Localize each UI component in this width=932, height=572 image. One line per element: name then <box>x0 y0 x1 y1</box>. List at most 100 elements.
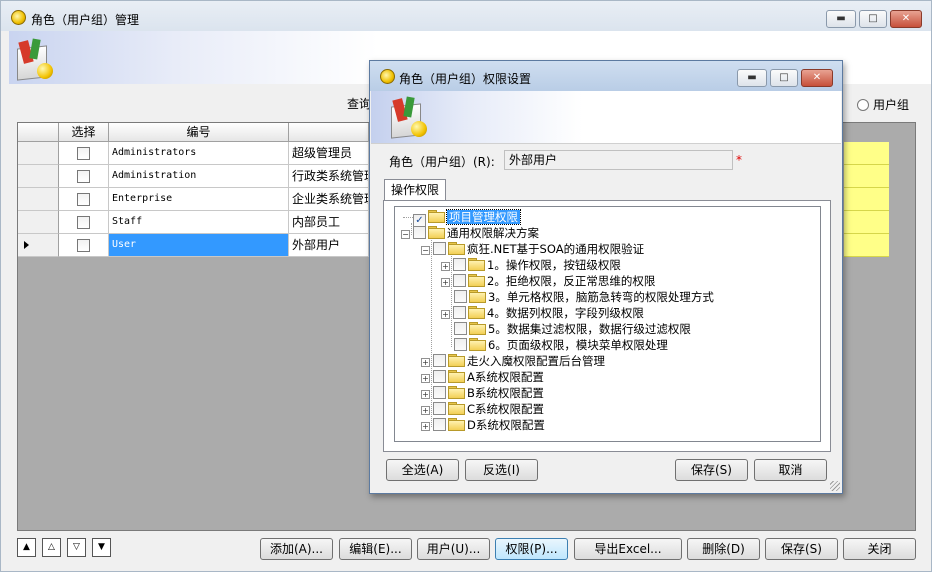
row-header[interactable] <box>18 142 59 165</box>
row-header[interactable] <box>18 188 59 211</box>
tree-checkbox[interactable] <box>453 274 466 287</box>
tree-node-admin-backend[interactable]: + 走火入魔权限配置后台管理 <box>421 353 605 369</box>
row-checkbox[interactable] <box>77 239 90 252</box>
row-checkbox-cell[interactable] <box>59 188 109 211</box>
collapse-icon[interactable]: − <box>401 230 410 239</box>
move-up-button[interactable]: △ <box>42 538 61 557</box>
expand-icon[interactable]: + <box>421 374 430 383</box>
row-checkbox[interactable] <box>77 216 90 229</box>
users-button[interactable]: 用户(U)... <box>417 538 490 560</box>
row-header[interactable] <box>18 165 59 188</box>
column-header-select[interactable]: 选择 <box>59 123 109 142</box>
dialog-close-button[interactable]: ✕ <box>801 69 833 87</box>
row-checkbox-cell[interactable] <box>59 234 109 257</box>
radio-circle-icon[interactable] <box>857 99 869 111</box>
dialog-maximize-button[interactable]: □ <box>770 69 798 87</box>
tab-operation-permissions[interactable]: 操作权限 <box>384 179 447 201</box>
role-code-cell[interactable]: Enterprise <box>109 188 289 211</box>
maximize-button[interactable]: □ <box>859 10 887 28</box>
dialog-save-button[interactable]: 保存(S) <box>675 459 748 481</box>
expand-icon[interactable]: + <box>421 406 430 415</box>
highlight-cell[interactable] <box>844 188 889 211</box>
tree-node-leaf-3[interactable]: 3。单元格权限，脑筋急转弯的权限处理方式 <box>454 289 714 305</box>
edit-button[interactable]: 编辑(E)... <box>339 538 412 560</box>
tree-node-system-a[interactable]: + A系统权限配置 <box>421 369 544 385</box>
role-name-cell[interactable]: 行政类系统管理 <box>289 165 369 188</box>
tree-node-label[interactable]: 4。数据列权限，字段列级权限 <box>487 306 644 320</box>
column-header-code[interactable]: 编号 <box>109 123 289 142</box>
dialog-minimize-button[interactable]: ▬ <box>737 69 767 87</box>
tree-node-label[interactable]: 通用权限解决方案 <box>447 226 539 240</box>
role-code-cell[interactable]: Administration <box>109 165 289 188</box>
tree-checkbox[interactable] <box>433 370 446 383</box>
tree-checkbox[interactable] <box>413 226 426 239</box>
tree-node-label[interactable]: 5。数据集过滤权限，数据行级过滤权限 <box>488 322 691 336</box>
dialog-cancel-button[interactable]: 取消 <box>754 459 827 481</box>
role-code-cell-selected[interactable]: User <box>109 234 289 257</box>
role-code-cell[interactable]: Administrators <box>109 142 289 165</box>
permissions-button[interactable]: 权限(P)... <box>495 538 568 560</box>
tree-checkbox[interactable] <box>433 418 446 431</box>
resize-grip-icon[interactable] <box>830 481 840 491</box>
tree-node-project-management[interactable]: ✓ 项目管理权限 <box>413 209 521 227</box>
move-first-button[interactable]: ▲ <box>17 538 36 557</box>
highlight-cell[interactable] <box>844 142 889 165</box>
tree-node-leaf-4[interactable]: +4。数据列权限，字段列级权限 <box>441 305 644 321</box>
close-button[interactable]: ✕ <box>890 10 922 28</box>
tree-checkbox[interactable] <box>454 322 467 335</box>
tree-node-leaf-5[interactable]: 5。数据集过滤权限，数据行级过滤权限 <box>454 321 691 337</box>
role-code-cell[interactable]: Staff <box>109 211 289 234</box>
tree-checkbox[interactable] <box>453 258 466 271</box>
delete-button[interactable]: 删除(D) <box>687 538 760 560</box>
row-header-current[interactable] <box>18 234 59 257</box>
expand-icon[interactable]: + <box>441 262 450 271</box>
row-checkbox[interactable] <box>77 193 90 206</box>
tree-checkbox[interactable] <box>453 306 466 319</box>
tree-node-system-c[interactable]: + C系统权限配置 <box>421 401 544 417</box>
tree-node-leaf-6[interactable]: 6。页面级权限，模块菜单权限处理 <box>454 337 668 353</box>
tree-node-soa-permissions[interactable]: − 疯狂.NET基于SOA的通用权限验证 <box>421 241 644 257</box>
highlight-cell[interactable] <box>844 211 889 234</box>
tree-node-label[interactable]: C系统权限配置 <box>467 402 544 416</box>
tree-node-general-permissions[interactable]: − 通用权限解决方案 <box>401 225 539 241</box>
main-titlebar[interactable]: 角色（用户组）管理 ▬ □ ✕ <box>1 1 931 31</box>
invert-selection-button[interactable]: 反选(I) <box>465 459 538 481</box>
save-button[interactable]: 保存(S) <box>765 538 838 560</box>
highlight-cell[interactable] <box>844 165 889 188</box>
tree-node-label[interactable]: 3。单元格权限，脑筋急转弯的权限处理方式 <box>488 290 714 304</box>
tree-node-label[interactable]: D系统权限配置 <box>467 418 545 432</box>
tree-node-system-b[interactable]: + B系统权限配置 <box>421 385 544 401</box>
highlight-cell[interactable] <box>844 234 889 257</box>
role-name-cell[interactable]: 内部员工 <box>289 211 369 234</box>
tree-node-leaf-1[interactable]: +1。操作权限，按钮级权限 <box>441 257 621 273</box>
close-window-button[interactable]: 关闭 <box>843 538 916 560</box>
expand-icon[interactable]: + <box>421 358 430 367</box>
row-checkbox-cell[interactable] <box>59 211 109 234</box>
tree-node-label[interactable]: B系统权限配置 <box>467 386 544 400</box>
tree-node-system-d[interactable]: + D系统权限配置 <box>421 417 545 433</box>
tree-node-label[interactable]: 2。拒绝权限，反正常思维的权限 <box>487 274 655 288</box>
column-header-name[interactable] <box>289 123 369 142</box>
row-checkbox[interactable] <box>77 170 90 183</box>
role-name-cell[interactable]: 企业类系统管理 <box>289 188 369 211</box>
row-header[interactable] <box>18 211 59 234</box>
row-checkbox[interactable] <box>77 147 90 160</box>
move-last-button[interactable]: ▼ <box>92 538 111 557</box>
expand-icon[interactable]: + <box>421 422 430 431</box>
tree-node-label[interactable]: 项目管理权限 <box>446 209 521 225</box>
tree-node-label[interactable]: 疯狂.NET基于SOA的通用权限验证 <box>467 242 644 256</box>
tree-node-leaf-2[interactable]: +2。拒绝权限，反正常思维的权限 <box>441 273 655 289</box>
tree-checkbox[interactable] <box>433 386 446 399</box>
tree-checkbox[interactable] <box>454 338 467 351</box>
dialog-titlebar[interactable]: 角色（用户组）权限设置 ▬ □ ✕ <box>370 61 842 91</box>
tree-node-label[interactable]: 6。页面级权限，模块菜单权限处理 <box>488 338 668 352</box>
move-down-button[interactable]: ▽ <box>67 538 86 557</box>
role-name-cell[interactable]: 外部用户 <box>289 234 369 257</box>
row-checkbox-cell[interactable] <box>59 142 109 165</box>
tree-checkbox[interactable] <box>433 242 446 255</box>
add-button[interactable]: 添加(A)... <box>260 538 333 560</box>
permission-tree[interactable]: ✓ 项目管理权限 − 通用权限解决方案 − 疯狂.NET基于SOA的通用权限验证 +1… <box>394 206 821 442</box>
expand-icon[interactable]: + <box>421 390 430 399</box>
expand-icon[interactable]: + <box>441 278 450 287</box>
role-name-field[interactable]: 外部用户 <box>504 150 733 170</box>
